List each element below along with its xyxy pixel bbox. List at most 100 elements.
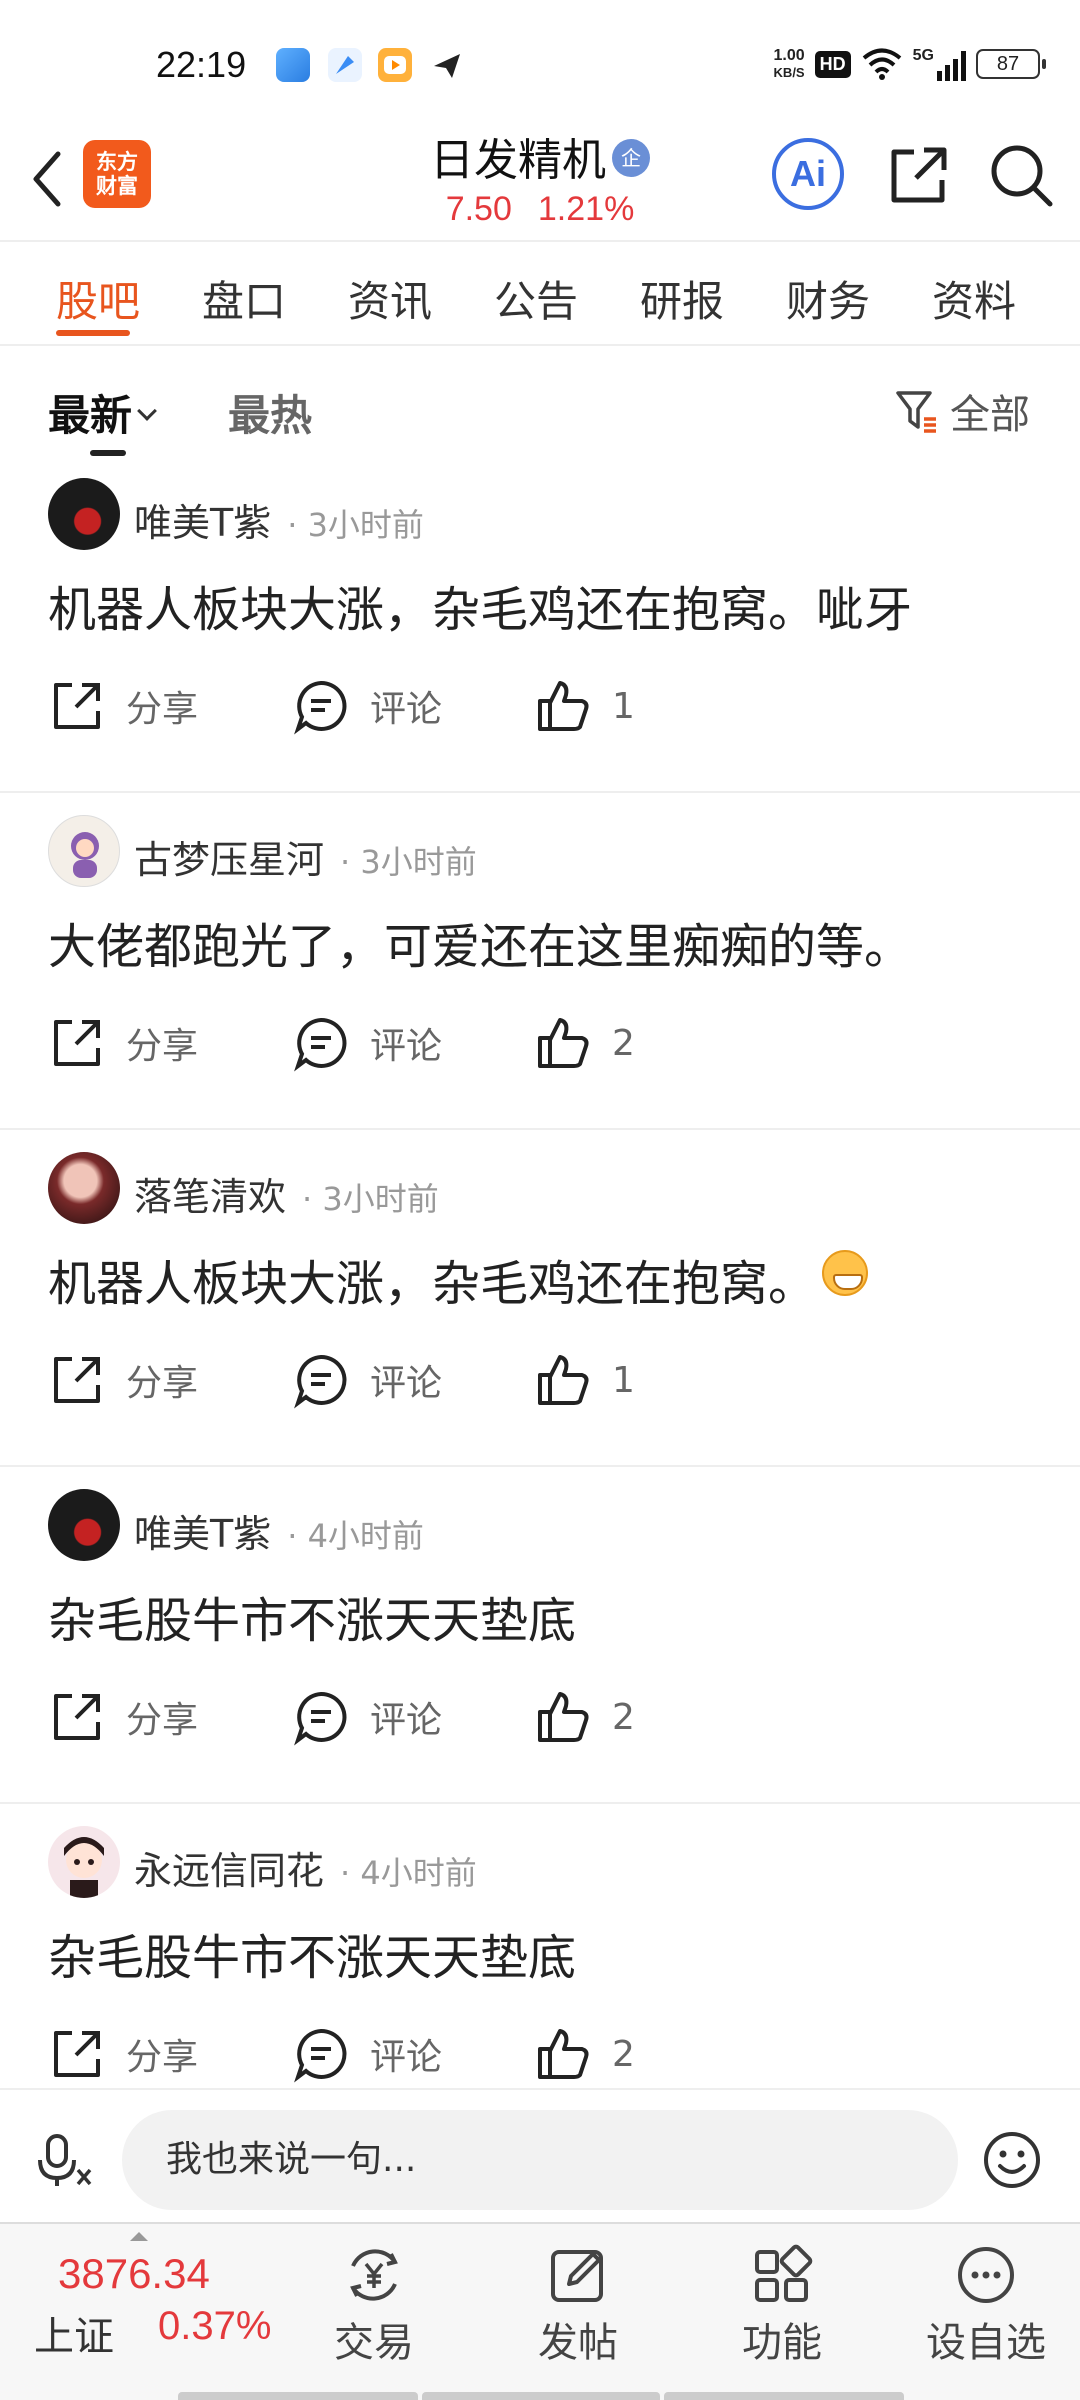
net-speed: 1.00 KB/S [773, 47, 805, 80]
share-button[interactable]: 分享 [48, 674, 198, 738]
share-button[interactable]: 分享 [48, 1348, 198, 1412]
like-button[interactable]: 2 [534, 1011, 635, 1075]
post-edit-icon [551, 2250, 603, 2302]
avatar[interactable] [48, 1826, 120, 1898]
trade-icon [350, 2249, 398, 2301]
tab-profile[interactable]: 资料 [932, 268, 1016, 329]
stock-header: 东方 财富 日发精机企 7.50 1.21% Ai [0, 120, 1080, 240]
home-indicator [422, 2392, 660, 2400]
enterprise-badge: 企 [612, 139, 650, 177]
like-button[interactable]: 2 [534, 2022, 635, 2086]
share-icon [54, 683, 100, 729]
share-button[interactable]: 分享 [48, 1011, 198, 1075]
avatar[interactable] [48, 1152, 120, 1224]
filter-button[interactable]: 全部 [892, 382, 1030, 440]
comment-button[interactable]: 评论 [292, 1348, 442, 1412]
thumbs-up-icon [538, 1355, 589, 1405]
index-name: 上证 [34, 2314, 114, 2360]
share-button[interactable]: 分享 [48, 1685, 198, 1749]
comment-icon [294, 1017, 347, 1072]
post-text[interactable]: 大佬都跑光了，可爱还在这里痴痴的等。 [48, 907, 912, 977]
share-icon [54, 2031, 100, 2077]
share-icon [54, 1357, 100, 1403]
emoji-icon[interactable] [982, 2130, 1042, 2190]
username[interactable]: 唯美T紫 [134, 1512, 271, 1556]
share-icon [54, 1020, 100, 1066]
tab-news[interactable]: 资讯 [348, 268, 432, 329]
tab-research[interactable]: 研报 [640, 268, 724, 329]
avatar[interactable] [48, 1489, 120, 1561]
tab-finance[interactable]: 财务 [786, 268, 870, 329]
post-actions: 分享 评论 1 [0, 1348, 1080, 1418]
tab-bar: 股吧 盘口 资讯 公告 研报 财务 资料 [0, 240, 1080, 346]
wifi-icon [862, 48, 901, 80]
post-time: · 3小时前 [287, 506, 424, 544]
share-icon [54, 1694, 100, 1740]
caret-up-icon [130, 2232, 148, 2241]
username[interactable]: 永远信同花 [134, 1849, 324, 1893]
send-app-icon [430, 48, 464, 82]
thumbs-up-icon [538, 1018, 589, 1068]
post-text[interactable]: 杂毛股牛市不涨天天垫底 [48, 1918, 576, 1988]
comment-icon [294, 2028, 347, 2083]
sort-row: 最新 最热 全部 [0, 346, 1080, 456]
like-button[interactable]: 1 [534, 674, 635, 738]
nav-functions[interactable]: 功能 [712, 2236, 852, 2366]
post-item[interactable]: 落笔清欢 · 3小时前 机器人板块大涨，杂毛鸡还在抱窝。 分享 评论 1 [0, 1130, 1080, 1467]
like-button[interactable]: 1 [534, 1348, 635, 1412]
username[interactable]: 古梦压星河 [134, 838, 324, 882]
thumbs-up-icon [538, 681, 589, 731]
post-actions: 分享 评论 2 [0, 2022, 1080, 2092]
comment-button[interactable]: 评论 [292, 674, 442, 738]
index-change: 0.37% [158, 2304, 272, 2348]
nav-trade[interactable]: 交易 [304, 2236, 444, 2366]
browser-app-icon [328, 48, 362, 82]
stock-change: 1.21% [537, 190, 635, 228]
voice-input-icon[interactable] [34, 2130, 94, 2190]
post-item[interactable]: 唯美T紫 · 4小时前 杂毛股牛市不涨天天垫底 分享 评论 2 [0, 1467, 1080, 1804]
share-button[interactable]: 分享 [48, 2022, 198, 2086]
post-text[interactable]: 杂毛股牛市不涨天天垫底 [48, 1581, 576, 1651]
share-icon[interactable] [884, 140, 954, 210]
index-value: 3876.34 [58, 2250, 210, 2297]
tab-announcements[interactable]: 公告 [494, 268, 578, 329]
tab-guba[interactable]: 股吧 [56, 268, 140, 329]
comment-button[interactable]: 评论 [292, 1685, 442, 1749]
post-actions: 分享 评论 2 [0, 1011, 1080, 1081]
post-text[interactable]: 机器人板块大涨，杂毛鸡还在抱窝。 [48, 1244, 869, 1314]
nav-post[interactable]: 发帖 [508, 2236, 648, 2366]
weather-app-icon [276, 48, 310, 82]
sort-latest-button[interactable]: 最新 [48, 382, 157, 443]
post-text[interactable]: 机器人板块大涨，杂毛鸡还在抱窝。呲牙 [48, 570, 912, 640]
sort-hot-button[interactable]: 最热 [228, 382, 312, 443]
post-time: · 4小时前 [287, 1517, 424, 1555]
post-item[interactable]: 唯美T紫 · 3小时前 机器人板块大涨，杂毛鸡还在抱窝。呲牙 分享 评论 1 [0, 456, 1080, 793]
stock-price: 7.50 [445, 190, 512, 228]
comment-icon [294, 1691, 347, 1746]
comment-button[interactable]: 评论 [292, 2022, 442, 2086]
post-actions: 分享 评论 1 [0, 674, 1080, 744]
nav-add-watchlist[interactable]: 设自选 [916, 2236, 1056, 2366]
post-time: · 3小时前 [340, 843, 477, 881]
filter-icon [896, 391, 936, 433]
tab-pankou[interactable]: 盘口 [202, 268, 286, 329]
hd-badge: HD [814, 50, 851, 78]
username[interactable]: 落笔清欢 [134, 1175, 286, 1219]
post-item[interactable]: 古梦压星河 · 3小时前 大佬都跑光了，可爱还在这里痴痴的等。 分享 评论 2 [0, 793, 1080, 1130]
avatar[interactable] [48, 478, 120, 550]
signal-indicator: 5G [913, 47, 966, 81]
status-time: 22:19 [156, 44, 247, 85]
ai-button[interactable]: Ai [772, 138, 844, 210]
search-icon[interactable] [986, 140, 1056, 210]
battery-icon: 87 [976, 49, 1046, 79]
username[interactable]: 唯美T紫 [134, 501, 271, 545]
status-bar: 22:19 1.00 KB/S HD 5G 87 [0, 0, 1080, 120]
home-indicator [664, 2392, 904, 2400]
home-indicator [178, 2392, 418, 2400]
comment-input[interactable]: 我也来说一句... [122, 2110, 958, 2210]
avatar[interactable] [48, 815, 120, 887]
comment-button[interactable]: 评论 [292, 1011, 442, 1075]
like-button[interactable]: 2 [534, 1685, 635, 1749]
bottom-bar: 3876.34 上证 0.37% 交易 发帖 功能 设自选 [0, 2222, 1080, 2400]
stock-name: 日发精机 [430, 135, 606, 186]
